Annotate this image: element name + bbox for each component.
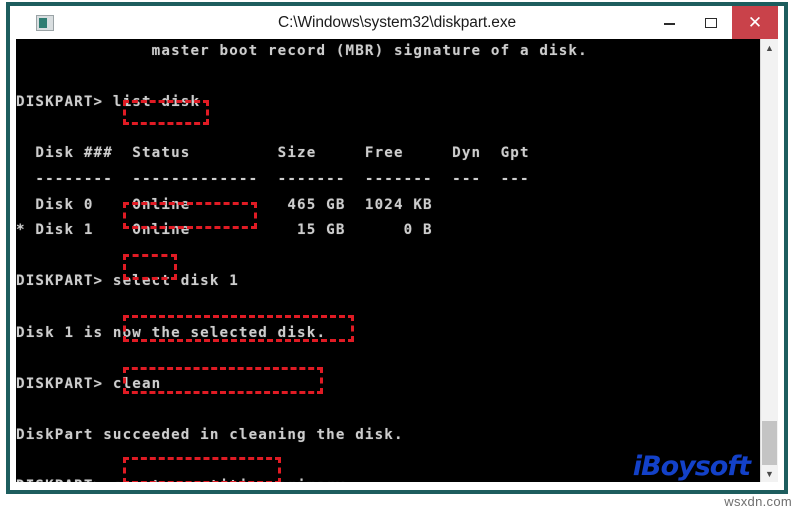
scroll-up-icon[interactable]: ▲ <box>761 39 778 56</box>
close-icon: ✕ <box>747 13 763 32</box>
console-text: master boot record (MBR) signature of a … <box>16 43 588 482</box>
site-watermark: wsxdn.com <box>724 494 792 509</box>
maximize-button[interactable] <box>690 6 732 39</box>
maximize-icon <box>705 17 717 28</box>
minimize-button[interactable] <box>648 6 690 39</box>
scrollbar-thumb[interactable] <box>762 421 777 465</box>
scroll-down-icon[interactable]: ▼ <box>761 465 778 482</box>
title-bar[interactable]: C:\Windows\system32\diskpart.exe ✕ <box>10 6 784 39</box>
console-window: C:\Windows\system32\diskpart.exe ✕ maste… <box>6 2 788 494</box>
minimize-icon <box>663 22 675 25</box>
iboysoft-logo: iBoysoft <box>632 451 751 482</box>
console-output[interactable]: master boot record (MBR) signature of a … <box>16 39 760 482</box>
console-scrollbar[interactable]: ▲ ▼ <box>760 39 778 482</box>
window-controls: ✕ <box>648 6 784 39</box>
scrollbar-track[interactable] <box>761 56 778 465</box>
console-area: master boot record (MBR) signature of a … <box>10 39 784 490</box>
console-icon <box>36 14 54 31</box>
close-button[interactable]: ✕ <box>732 6 778 39</box>
